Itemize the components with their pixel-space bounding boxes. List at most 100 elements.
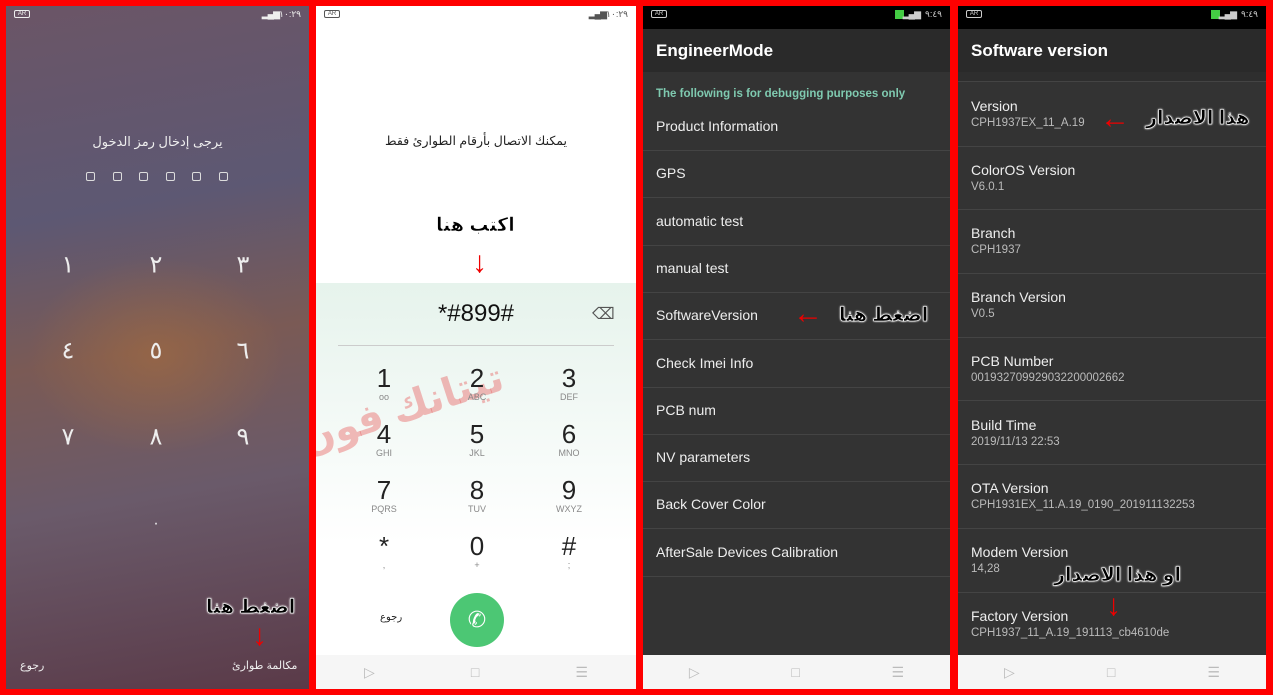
key-digit: 4 xyxy=(376,419,392,449)
back-triangle-icon[interactable]: ▷ xyxy=(364,664,375,681)
dial-key-1[interactable]: 1 oo xyxy=(354,364,414,402)
dial-key-5[interactable]: 5 JKL xyxy=(447,420,507,458)
dial-key-8[interactable]: 8 TUV xyxy=(447,476,507,514)
dial-key-4[interactable]: 4 GHI xyxy=(354,420,414,458)
back-button[interactable]: رجوع xyxy=(20,659,44,672)
arrow-left-icon: ← xyxy=(793,297,823,330)
home-square-icon[interactable]: □ xyxy=(471,664,479,680)
pin-slot xyxy=(192,172,201,181)
key-digit: 7 xyxy=(376,475,392,505)
key-digit: 3 xyxy=(561,363,577,393)
phone-icon: ✆ xyxy=(467,607,487,632)
dial-key-6[interactable]: 6 MNO xyxy=(539,420,599,458)
key-digit: * xyxy=(378,531,390,561)
menu-item[interactable]: automatic test xyxy=(643,199,950,246)
signal-icon: ▂▄▆ xyxy=(902,9,921,19)
home-square-icon[interactable]: □ xyxy=(1107,664,1115,680)
dial-key-2[interactable]: 2 ABC xyxy=(447,364,507,402)
info-label: Build Time xyxy=(971,416,1037,433)
menu-lines-icon[interactable]: ☰ xyxy=(892,664,905,681)
key-letters: PQRS xyxy=(371,504,397,514)
backspace-icon[interactable]: ⌫ xyxy=(592,304,615,324)
annotation-or-this-version: او هذا الاصدار xyxy=(1054,565,1182,587)
key-digit: 1 xyxy=(376,363,392,393)
menu-lines-icon[interactable]: ☰ xyxy=(1207,664,1220,681)
info-label: Branch xyxy=(971,225,1016,242)
dial-key-3[interactable]: 3 DEF xyxy=(539,364,599,402)
menu-item[interactable]: PCB num xyxy=(643,388,950,435)
info-label: ColorOS Version xyxy=(971,161,1076,178)
arrow-left-icon: ← xyxy=(1100,102,1130,135)
back-triangle-icon[interactable]: ▷ xyxy=(1004,664,1015,681)
info-label: PCB Number xyxy=(971,352,1054,369)
dial-input[interactable]: *#899# xyxy=(316,300,636,328)
annotation-this-version: هذا الاصدار xyxy=(1146,108,1250,130)
keypad-key[interactable]: ٢ xyxy=(150,251,163,280)
key-letters: DEF xyxy=(560,392,578,402)
annotation-type-here: اكتب هنا xyxy=(436,215,515,237)
info-label: OTA Version xyxy=(971,480,1049,497)
info-row: OTA Version CPH1931EX_11.A.19_0190_201911… xyxy=(958,465,1266,529)
menu-item[interactable]: GPS xyxy=(643,151,950,199)
keypad-key[interactable]: ٠ xyxy=(152,515,160,532)
menu-item[interactable]: Back Cover Color xyxy=(643,482,950,530)
info-row: Branch Version V0.5 xyxy=(958,274,1266,338)
lock-screen-panel: AR ▂▄▆ ١٠:٢٩ يرجى إدخال رمز الدخول ١ ٢ ٣ ٤ ٥… xyxy=(6,6,309,689)
key-letters: , xyxy=(382,560,386,570)
menu-item-label: Check Imei Info xyxy=(656,354,754,371)
key-letters: WXYZ xyxy=(556,504,582,514)
pin-slot xyxy=(165,172,175,181)
menu-lines-icon[interactable]: ☰ xyxy=(575,664,588,681)
pin-slot xyxy=(218,172,228,181)
emergency-only-notice: يمكنك الاتصال بأرقام الطوارئ فقط xyxy=(385,134,567,148)
emergency-call-button[interactable]: مكالمة طوارئ xyxy=(232,659,297,672)
menu-item-label: GPS xyxy=(656,165,686,182)
battery-icon: AR xyxy=(14,10,30,18)
battery-icon: AR xyxy=(966,10,982,18)
keypad-key[interactable]: ٨ xyxy=(150,423,163,452)
home-square-icon[interactable]: □ xyxy=(791,664,799,680)
key-digit: 5 xyxy=(469,419,485,449)
keypad-key[interactable]: ٦ xyxy=(237,337,250,366)
keypad-key[interactable]: ٣ xyxy=(237,251,250,280)
dial-key-7[interactable]: 7 PQRS xyxy=(354,476,414,514)
key-letters: TUV xyxy=(468,504,486,514)
back-triangle-icon[interactable]: ▷ xyxy=(689,664,700,681)
keypad-key[interactable]: ٤ xyxy=(62,337,75,366)
dial-key-0[interactable]: 0 + xyxy=(447,532,507,570)
info-row: ColorOS Version V6.0.1 xyxy=(958,147,1266,211)
annotation-press-here: اضغط هنا xyxy=(206,597,296,619)
status-bar: AR ▂▄▆ ٩:٤٩ xyxy=(643,6,950,29)
debug-subtitle: The following is for debugging purposes … xyxy=(656,88,906,100)
dial-key-*[interactable]: *, xyxy=(354,532,414,570)
menu-item[interactable]: AfterSale Devices Calibration xyxy=(643,530,950,577)
status-bar: AR ▂▄▆ ١٠:٢٩ xyxy=(316,6,636,29)
key-digit: 6 xyxy=(561,419,577,449)
key-digit: 9 xyxy=(561,475,577,505)
menu-item[interactable]: manual test xyxy=(643,246,950,293)
keypad-key[interactable]: ٩ xyxy=(237,423,250,452)
signal-icon: ▂▄▆ xyxy=(261,9,280,19)
menu-item[interactable]: Product Information xyxy=(643,104,950,151)
nav-bar: ▷ □ ☰ xyxy=(958,655,1266,689)
passcode-prompt: يرجى إدخال رمز الدخول xyxy=(92,134,223,149)
call-button[interactable]: ✆ xyxy=(450,593,504,647)
menu-item-label: Product Information xyxy=(656,118,779,134)
info-label: Modem Version xyxy=(971,543,1069,560)
menu-item[interactable]: NV parameters xyxy=(643,435,950,483)
keypad-key[interactable]: ٥ xyxy=(150,337,163,366)
info-value: CPH1937 xyxy=(971,244,1021,257)
engineer-mode-panel: AR ▂▄▆ ٩:٤٩ EngineerMode The following i… xyxy=(643,6,950,689)
page-title: Software version xyxy=(958,29,1266,72)
software-version-panel: AR ▂▄▆ ٩:٤٩ Software version Version CPH1… xyxy=(958,6,1266,689)
keypad-key[interactable]: ٧ xyxy=(62,423,75,452)
keypad-key[interactable]: ١ xyxy=(62,251,75,280)
dial-key-9[interactable]: 9 WXYZ xyxy=(539,476,599,514)
menu-item-label: PCB num xyxy=(656,401,716,418)
info-value: 2019/11/13 22:53 xyxy=(971,435,1060,448)
info-value: 001932709929032200002662 xyxy=(971,371,1125,384)
menu-item[interactable]: Check Imei Info xyxy=(643,341,950,388)
dial-key-#[interactable]: #; xyxy=(539,532,599,570)
info-row: Branch CPH1937 xyxy=(958,210,1266,275)
back-button[interactable]: رجوع xyxy=(380,612,402,623)
